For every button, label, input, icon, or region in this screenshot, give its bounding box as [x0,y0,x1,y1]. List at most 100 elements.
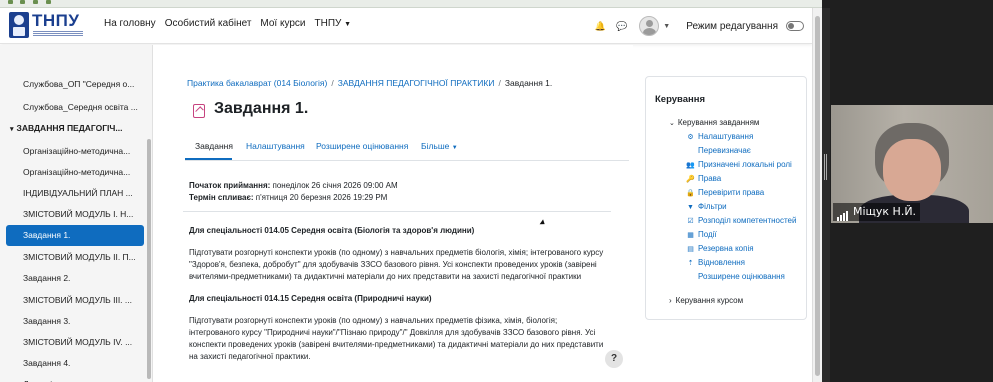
admin-link-label: Налаштування [698,132,754,141]
page-title: Завдання 1. [214,100,309,117]
strip-icon [46,0,51,4]
signal-bars-icon [837,203,849,221]
tab-more[interactable]: Більше ▼ [421,141,458,151]
drawer-item[interactable]: Організаційно-методична... [0,162,145,183]
calendar-icon: ▦ [687,232,694,239]
assignment-admin-node[interactable]: ⌄ Керування завданням [669,118,759,127]
tab-assignment[interactable]: Завдання [195,141,233,151]
logo-subtitle [33,31,83,38]
description-paragraph-2: Підготувати розгорнуті конспекти уроків … [189,316,604,361]
strip-icon [8,0,13,4]
chevron-down-icon[interactable]: ▼ [663,23,670,30]
key-icon: 🔑 [686,176,695,183]
admin-link-label: Розподіл компетентностей [698,216,797,225]
assignment-description: Для спеціальності 014.05 Середня освіта … [189,225,609,373]
page-scrollbar[interactable] [812,8,822,382]
description-paragraph-1: Підготувати розгорнуті конспекти уроків … [189,248,604,281]
tab-settings[interactable]: Налаштування [246,141,305,151]
filter-icon: ▼ [687,204,694,211]
drawer-item[interactable]: Для оцінювання результат... [0,374,145,382]
nav-tnpu-label: ТНПУ [314,18,342,29]
due-date-row: Термін спливає: п'ятниця 20 березня 2026… [189,192,398,204]
admin-link-label: Призначені локальні ролі [698,160,792,169]
bell-icon[interactable]: 🔔 [595,21,606,32]
scrollbar-thumb[interactable] [815,16,820,376]
chevron-down-icon: ⌄ [669,120,675,127]
drawer-item[interactable]: ЗМІСТОВИЙ МОДУЛЬ ІІІ. ... [0,290,145,311]
divider [183,211,611,212]
active-tab-indicator [185,158,232,160]
admin-node-label: Керування завданням [677,118,760,127]
drawer-item[interactable]: Організаційно-методична... [0,141,145,162]
drawer-item[interactable]: ЗМІСТОВИЙ МОДУЛЬ IV. ... [0,332,145,353]
drawer-item[interactable]: ЗМІСТОВИЙ МОДУЛЬ ІІ. П... [0,247,145,268]
help-button[interactable]: ? [605,350,623,368]
chat-icon[interactable]: 💬 [616,21,627,32]
block-title: Керування [655,94,706,105]
drawer-item[interactable]: ІНДИВІДУАЛЬНИЙ ПЛАН ... [0,183,145,204]
window-splitter[interactable] [822,8,830,382]
due-value: п'ятниця 20 березня 2026 19:29 PM [255,193,388,202]
admin-link-competencies[interactable]: ☑ Розподіл компетентностей [686,216,796,225]
main-region: Практика бакалаврат (014 Біологія) / ЗАВДА… [153,45,633,382]
tab-more-label: Більше [421,141,450,151]
opened-label: Початок приймання: [189,181,271,190]
due-label: Термін спливає: [189,193,254,202]
breadcrumb-section-link[interactable]: ЗАВДАННЯ ПЕДАГОГІЧНОЇ ПРАКТИКИ [338,78,495,88]
drawer-item[interactable]: ЗМІСТОВИЙ МОДУЛЬ І. Н... [0,204,145,225]
chevron-down-icon: ▾ [10,126,14,133]
admin-link-local-roles[interactable]: 👥 Призначені локальні ролі [686,160,792,169]
admin-link-settings[interactable]: ⚙ Налаштування [686,132,753,141]
edit-mode-label: Режим редагування [686,20,778,32]
assignment-icon [193,104,205,118]
drawer-item-active[interactable]: Завдання 1. [6,225,144,246]
admin-link-permissions[interactable]: 🔑 Права [686,174,721,183]
logo-emblem-icon [9,12,29,38]
chevron-right-icon: › [669,296,672,305]
breadcrumb-course-link[interactable]: Практика бакалаврат (014 Біологія) [187,78,327,88]
nav-dashboard-link[interactable]: Особистий кабінет [165,18,252,29]
nav-home-link[interactable]: На головну [104,18,156,29]
admin-link-label: Фільтри [698,202,727,211]
navbar: ТНПУ На головну Особистий кабінет Мої ку… [0,8,812,44]
browser-strip [0,0,822,8]
admin-link-label: Події [698,230,717,239]
drawer-item[interactable]: Завдання 4. [0,353,145,374]
breadcrumb-separator: / [498,78,501,88]
opened-date-row: Початок приймання: понеділок 26 січня 20… [189,180,398,192]
drawer-scrollbar[interactable] [147,139,151,379]
admin-link-filters[interactable]: ▼ Фільтри [686,202,727,211]
chevron-down-icon: ▼ [451,145,458,151]
nav-tnpu-menu[interactable]: ТНПУ ▼ [315,18,352,29]
drawer-item[interactable]: Службова_Середня освіта ... [0,97,145,118]
admin-link-backup[interactable]: ▤ Резервна копія [686,244,754,253]
activity-dates: Початок приймання: понеділок 26 січня 20… [189,180,398,204]
opened-value: понеділок 26 січня 2026 09:00 AM [272,181,398,190]
tab-advanced-grading[interactable]: Розширене оцінювання [316,141,408,151]
drawer-item[interactable]: Завдання 3. [0,311,145,332]
course-admin-label: Керування курсом [675,296,744,305]
user-nav: 🔔 💬 ▼ Режим редагування [585,14,804,38]
admin-link-check-permissions[interactable]: 🔒 Перевірити права [686,188,764,197]
user-avatar[interactable] [639,16,660,36]
moodle-window: ТНПУ На головну Особистий кабінет Мої ку… [0,8,822,382]
participant-name-label: Міщук Н.Й. [833,203,921,221]
admin-link-advanced-grading[interactable]: Розширене оцінювання [698,272,785,281]
logo-text: ТНПУ [32,11,80,30]
admin-link-label: Резервна копія [698,244,754,253]
drawer-item[interactable]: Завдання 2. [0,268,145,289]
nav-my-courses-link[interactable]: Мої курси [260,18,305,29]
admin-link-overrides[interactable]: Перевизначає [698,146,751,155]
breadcrumb-current: Завдання 1. [504,78,553,88]
drawer-item[interactable]: Службова_ОП "Середня о... [0,74,145,95]
admin-link-restore[interactable]: ⇡ Відновлення [686,258,745,267]
site-logo[interactable]: ТНПУ [8,11,86,41]
drawer-section-label: ЗАВДАННЯ ПЕДАГОГІЧ... [16,123,123,133]
admin-link-events[interactable]: ▦ Події [686,230,717,239]
drawer-section[interactable]: ▾ ЗАВДАННЯ ПЕДАГОГІЧ... [0,118,145,139]
video-tile[interactable]: Міщук Н.Й. [831,105,993,223]
edit-mode-toggle[interactable] [786,21,804,31]
secondary-nav: Завдання Налаштування Розширене оцінюван… [185,137,629,161]
course-admin-node[interactable]: › Керування курсом [669,296,743,305]
description-heading-1: Для спеціальності 014.05 Середня освіта … [189,226,475,235]
